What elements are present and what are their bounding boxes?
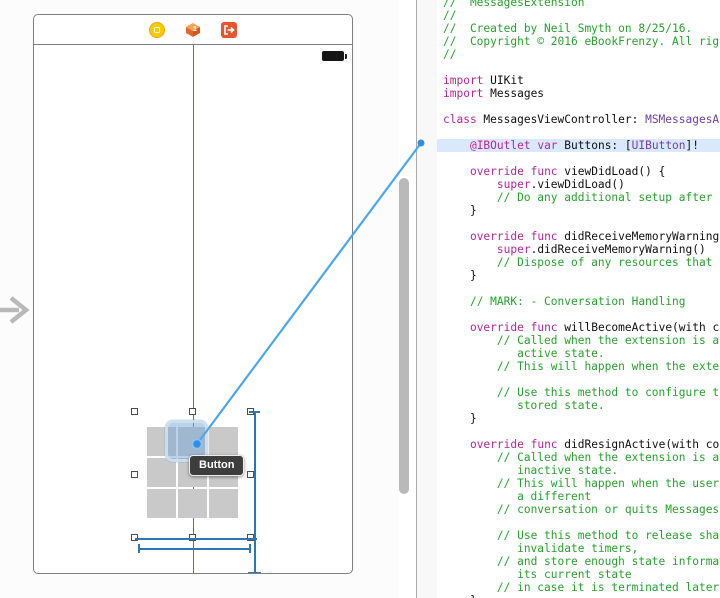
storyboard-canvas[interactable]: 1 Button <box>0 0 409 598</box>
grid-button[interactable] <box>178 489 207 518</box>
code-line: override func didReceiveMemoryWarning <box>469 230 720 243</box>
code-line: // Created by Neil Smyth on 8/25/16. <box>443 22 693 35</box>
first-responder-icon[interactable]: 1 <box>185 22 201 38</box>
grid-button[interactable] <box>209 489 238 518</box>
view-controller-icon[interactable] <box>149 21 165 38</box>
code-line: super.viewDidLoad() <box>496 178 625 191</box>
code-line: // <box>443 48 457 61</box>
exit-icon[interactable] <box>221 21 237 38</box>
canvas-scrollbar-thumb[interactable] <box>399 178 409 494</box>
code-line: override func viewDidLoad() { <box>469 165 666 178</box>
constraint-cap <box>249 411 260 413</box>
constraint-cap <box>249 544 251 553</box>
constraint-cap <box>138 544 140 553</box>
code-editor-gutter <box>417 0 437 598</box>
code-line: @IBOutlet var Buttons: [UIButton]! <box>437 139 720 152</box>
code-line: // <box>443 9 457 22</box>
code-line: // Called when the extension is a <box>496 334 720 347</box>
constraint-width-bar <box>138 548 250 550</box>
grid-button[interactable] <box>147 489 176 518</box>
code-line: super.didReceiveMemoryWarning() <box>496 243 706 256</box>
code-line: invalidate timers, <box>443 542 639 555</box>
code-line: stored state. <box>443 399 605 412</box>
code-line: active state. <box>443 347 605 360</box>
code-line: import Messages <box>443 87 545 100</box>
code-line: // MessagesExtension <box>443 0 585 9</box>
button-tooltip-label: Button <box>199 459 235 471</box>
code-lines: // MessagesExtension//// Created by Neil… <box>437 0 720 598</box>
code-line: } <box>443 204 477 217</box>
constraint-cap <box>248 571 261 573</box>
code-line: // Do any additional setup after <box>496 191 713 204</box>
constraint-line <box>135 538 257 540</box>
selection-handle[interactable] <box>131 471 138 478</box>
code-line: } <box>437 594 720 598</box>
code-line: // MARK: - Conversation Handling <box>469 295 686 308</box>
grid-button[interactable] <box>147 458 176 487</box>
code-line: } <box>443 269 477 282</box>
code-line: import UIKit <box>443 74 524 87</box>
code-line: override func didResignActive(with co <box>469 438 720 451</box>
code-line: // in case it is terminated later <box>496 581 720 594</box>
code-line: class MessagesViewController: MSMessages… <box>443 113 720 126</box>
selection-handle[interactable] <box>247 471 254 478</box>
code-line: inactive state. <box>443 464 619 477</box>
code-editor[interactable]: // MessagesExtension//// Created by Neil… <box>437 0 720 598</box>
button-tooltip: Button <box>189 455 245 476</box>
scene-dock: 1 <box>34 15 352 45</box>
code-line: // Called when the extension is a <box>496 451 720 464</box>
code-line: // Dispose of any resources that <box>496 256 713 269</box>
first-responder-badge: 1 <box>193 25 197 33</box>
grid-button[interactable] <box>209 427 238 456</box>
code-line: // Use this method to release sha <box>496 529 720 542</box>
code-line: // Copyright © 2016 eBookFrenzy. All rig <box>443 35 720 48</box>
status-bar-battery-icon <box>322 51 347 61</box>
code-line: its current state <box>443 568 632 581</box>
code-line: // and store enough state informa <box>496 555 720 568</box>
code-line: override func willBecomeActive(with c <box>469 321 720 334</box>
code-line: a different <box>443 490 592 503</box>
selection-handle[interactable] <box>189 408 196 415</box>
code-line: // Use this method to configure t <box>496 386 720 399</box>
code-line: // This will happen when the user <box>496 477 720 490</box>
constraint-height-bar <box>254 412 256 573</box>
code-line: // This will happen when the exte <box>496 360 720 373</box>
storyboard-entry-arrow-icon[interactable] <box>0 294 32 326</box>
code-line: // conversation or quits Messages <box>496 503 720 516</box>
xcode-editor-area: 1 Button // MessagesExtension // // Crea… <box>0 0 720 598</box>
selection-handle[interactable] <box>131 408 138 415</box>
code-line: } <box>443 412 477 425</box>
